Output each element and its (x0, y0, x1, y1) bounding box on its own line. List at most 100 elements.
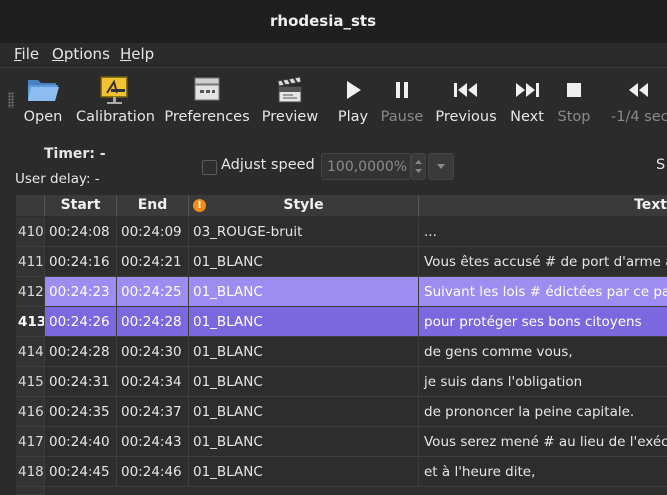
row-number: 412 (16, 277, 45, 307)
next-label: Next (510, 109, 544, 125)
cell-end[interactable]: 00:24:46 (117, 457, 189, 487)
cell-start[interactable]: 00:24:16 (45, 247, 117, 277)
menu-help[interactable]: Help (120, 45, 154, 63)
warning-icon: ! (193, 199, 206, 212)
speed-input[interactable]: 100,0000% (321, 153, 411, 180)
cell-start[interactable]: 00:24:26 (45, 307, 117, 337)
pause-button[interactable]: Pause (378, 67, 426, 133)
table-row[interactable]: 416 00:24:35 00:24:37 01_BLANC de pronon… (16, 397, 667, 427)
toolbar-grip-icon[interactable] (8, 92, 14, 108)
cell-style[interactable]: 03_ROUGE-bruit (189, 217, 419, 247)
stop-label: Stop (557, 109, 591, 125)
calibration-button[interactable]: Calibration (76, 67, 155, 133)
back-quarter-second-label: -1/4 sec (611, 109, 667, 125)
calibration-icon (100, 76, 128, 104)
folder-open-icon (28, 80, 59, 101)
speed-dropdown-button[interactable] (428, 153, 454, 180)
calibration-label: Calibration (76, 109, 155, 125)
cell-end[interactable]: 00:24:28 (117, 307, 189, 337)
table-row-current[interactable]: 413 00:24:26 00:24:28 01_BLANC pour prot… (16, 307, 667, 337)
clipped-right-label: S (656, 157, 666, 173)
cell-end[interactable]: 00:24:25 (117, 277, 189, 307)
adjust-speed-label[interactable]: Adjust speed (221, 157, 315, 173)
menu-bar: File Options Help (0, 43, 667, 67)
user-delay-label: User delay: - (15, 171, 100, 187)
cell-style[interactable]: 01_BLANC (189, 277, 419, 307)
table-row-partial (16, 487, 667, 495)
preferences-button[interactable]: Preferences (164, 67, 250, 133)
cell-style[interactable]: 01_BLANC (189, 247, 419, 277)
open-label: Open (23, 109, 63, 125)
menu-help-label: elp (131, 45, 155, 63)
column-header-text[interactable]: Text (419, 195, 667, 216)
menu-file-mnemonic: F (14, 45, 22, 63)
timer-label: Timer: - (44, 146, 106, 162)
cell-text[interactable]: Suivant les lois # édictées par ce pay (419, 277, 667, 307)
cell-text[interactable]: Vous serez mené # au lieu de l'exécu (419, 427, 667, 457)
clapperboard-icon (277, 76, 302, 103)
stop-button[interactable]: Stop (554, 67, 594, 133)
previous-button[interactable]: Previous (434, 67, 498, 133)
cell-end[interactable]: 00:24:37 (117, 397, 189, 427)
column-header-style[interactable]: ! Style (189, 195, 419, 216)
open-button[interactable]: Open (20, 67, 66, 133)
menu-file[interactable]: File (14, 45, 39, 63)
skip-next-icon (516, 83, 539, 97)
cell-style[interactable]: 01_BLANC (189, 367, 419, 397)
cell-style[interactable]: 01_BLANC (189, 427, 419, 457)
table-row[interactable]: 417 00:24:40 00:24:43 01_BLANC Vous sere… (16, 427, 667, 457)
previous-label: Previous (435, 109, 497, 125)
adjust-speed-checkbox[interactable] (202, 160, 217, 175)
cell-end[interactable]: 00:24:21 (117, 247, 189, 277)
cell-text[interactable]: de prononcer la peine capitale. (419, 397, 667, 427)
cell-start[interactable]: 00:24:31 (45, 367, 117, 397)
cell-end[interactable]: 00:24:34 (117, 367, 189, 397)
cell-text[interactable]: Vous êtes accusé # de port d'arme à (419, 247, 667, 277)
cell-style[interactable]: 01_BLANC (189, 397, 419, 427)
cell-text[interactable]: ... (419, 217, 667, 247)
menu-options[interactable]: Options (52, 45, 110, 63)
table-row-selected[interactable]: 412 00:24:23 00:24:25 01_BLANC Suivant l… (16, 277, 667, 307)
cell-style[interactable]: 01_BLANC (189, 307, 419, 337)
next-button[interactable]: Next (506, 67, 548, 133)
cell-start[interactable]: 00:24:28 (45, 337, 117, 367)
cell-start[interactable]: 00:24:23 (45, 277, 117, 307)
column-header-end[interactable]: End (117, 195, 189, 216)
cell-start[interactable]: 00:24:45 (45, 457, 117, 487)
cell-end[interactable]: 00:24:30 (117, 337, 189, 367)
row-number: 410 (16, 217, 45, 247)
row-number: 418 (16, 457, 45, 487)
menu-help-mnemonic: H (120, 45, 132, 63)
preview-button[interactable]: Preview (260, 67, 320, 133)
cell-style[interactable]: 01_BLANC (189, 457, 419, 487)
cell-text[interactable]: de gens comme vous, (419, 337, 667, 367)
menu-options-label: ptions (63, 45, 110, 63)
play-label: Play (337, 109, 369, 125)
cell-end[interactable]: 00:24:09 (117, 217, 189, 247)
preferences-label: Preferences (164, 109, 250, 125)
play-button[interactable]: Play (334, 67, 372, 133)
table-row[interactable]: 414 00:24:28 00:24:30 01_BLANC de gens c… (16, 337, 667, 367)
cell-end[interactable]: 00:24:43 (117, 427, 189, 457)
table-row[interactable]: 418 00:24:45 00:24:46 01_BLANC et à l'he… (16, 457, 667, 487)
cell-start[interactable]: 00:24:35 (45, 397, 117, 427)
cell-start[interactable]: 00:24:40 (45, 427, 117, 457)
cell-text[interactable]: pour protéger ses bons citoyens (419, 307, 667, 337)
table-row[interactable]: 411 00:24:16 00:24:21 01_BLANC Vous êtes… (16, 247, 667, 277)
speed-stepper[interactable] (411, 153, 426, 180)
cell-text[interactable]: et à l'heure dite, (419, 457, 667, 487)
table-row[interactable]: 415 00:24:31 00:24:34 01_BLANC je suis d… (16, 367, 667, 397)
row-number: 416 (16, 397, 45, 427)
skip-previous-icon (454, 83, 477, 97)
play-icon (347, 81, 361, 99)
cell-style[interactable]: 01_BLANC (189, 337, 419, 367)
column-header-start[interactable]: Start (45, 195, 117, 216)
row-number: 415 (16, 367, 45, 397)
toolbar: Open Calibration Preferences Preview Pla… (0, 67, 667, 133)
cell-start[interactable]: 00:24:08 (45, 217, 117, 247)
back-quarter-second-button[interactable]: -1/4 sec (608, 67, 667, 133)
table-row[interactable]: 410 00:24:08 00:24:09 03_ROUGE-bruit ... (16, 217, 667, 247)
cell-text[interactable]: je suis dans l'obligation (419, 367, 667, 397)
row-number: 411 (16, 247, 45, 277)
preview-label: Preview (261, 109, 319, 125)
